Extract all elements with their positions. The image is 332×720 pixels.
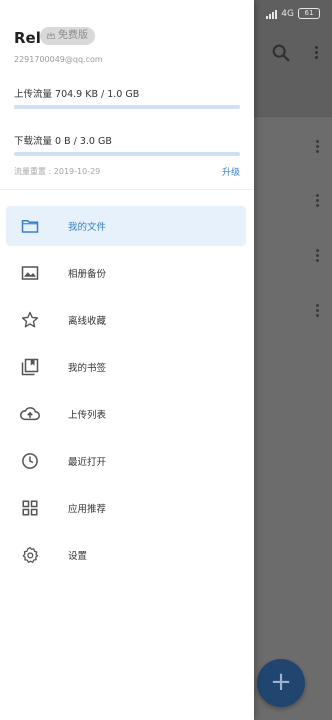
drawer-menu: 我的文件 相册备份 离线收藏 我的书签 上传列表 最近打开 应用推荐 设置 [0, 206, 254, 582]
star-icon [20, 310, 40, 330]
menu-item-label: 我的文件 [68, 222, 107, 233]
plan-badge[interactable]: 免费版 [40, 27, 95, 45]
folder-icon [20, 216, 40, 236]
network-type: 4G [281, 8, 294, 19]
download-traffic-label: 下载流量 0 B / 3.0 GB [14, 136, 112, 147]
battery-icon: 61 [298, 8, 320, 19]
menu-item-offline-favorites[interactable]: 离线收藏 [6, 300, 246, 340]
bookmark-icon [20, 357, 40, 377]
signal-icon [266, 9, 278, 19]
user-name: Rel [14, 29, 41, 47]
menu-item-settings[interactable]: 设置 [6, 535, 246, 575]
menu-item-photo-backup[interactable]: 相册备份 [6, 253, 246, 293]
status-bar: 4G 61 [266, 8, 320, 19]
search-icon[interactable] [270, 42, 292, 64]
battery-level: 61 [304, 9, 314, 17]
download-progress-bar [14, 152, 240, 156]
user-email: 2291700049@qq.com [14, 55, 103, 64]
menu-item-label: 设置 [68, 551, 88, 562]
background-divider [250, 116, 332, 117]
add-fab-button[interactable]: + [257, 659, 305, 707]
menu-item-label: 相册备份 [68, 269, 107, 280]
row-more-icon[interactable] [316, 304, 320, 319]
row-more-icon[interactable] [316, 140, 320, 155]
row-more-icon[interactable] [316, 194, 320, 209]
menu-item-label: 最近打开 [68, 457, 107, 468]
menu-item-app-recommendations[interactable]: 应用推荐 [6, 488, 246, 528]
menu-item-my-files[interactable]: 我的文件 [6, 206, 246, 246]
upload-progress-bar [14, 105, 240, 109]
more-vertical-icon[interactable] [315, 46, 319, 61]
menu-item-label: 上传列表 [68, 410, 107, 421]
navigation-drawer: Rel 免费版 2291700049@qq.com 上传流量 704.9 KB … [0, 0, 254, 720]
menu-item-my-bookmarks[interactable]: 我的书签 [6, 347, 246, 387]
divider [0, 189, 254, 190]
menu-item-label: 离线收藏 [68, 316, 107, 327]
apps-icon [20, 498, 40, 518]
image-icon [20, 263, 40, 283]
menu-item-label: 应用推荐 [68, 504, 107, 515]
clock-icon [20, 451, 40, 471]
row-more-icon[interactable] [316, 249, 320, 264]
crown-icon [46, 31, 56, 39]
plus-icon: + [270, 667, 292, 697]
gear-icon [20, 545, 40, 565]
upgrade-link[interactable]: 升级 [222, 165, 240, 178]
plan-badge-label: 免费版 [58, 30, 88, 41]
cloud-upload-icon [20, 404, 40, 424]
menu-item-label: 我的书签 [68, 363, 107, 374]
menu-item-recently-opened[interactable]: 最近打开 [6, 441, 246, 481]
menu-item-upload-list[interactable]: 上传列表 [6, 394, 246, 434]
upload-traffic-label: 上传流量 704.9 KB / 1.0 GB [14, 89, 140, 100]
traffic-reset-date: 流量重置 : 2019-10-29 [14, 167, 101, 176]
